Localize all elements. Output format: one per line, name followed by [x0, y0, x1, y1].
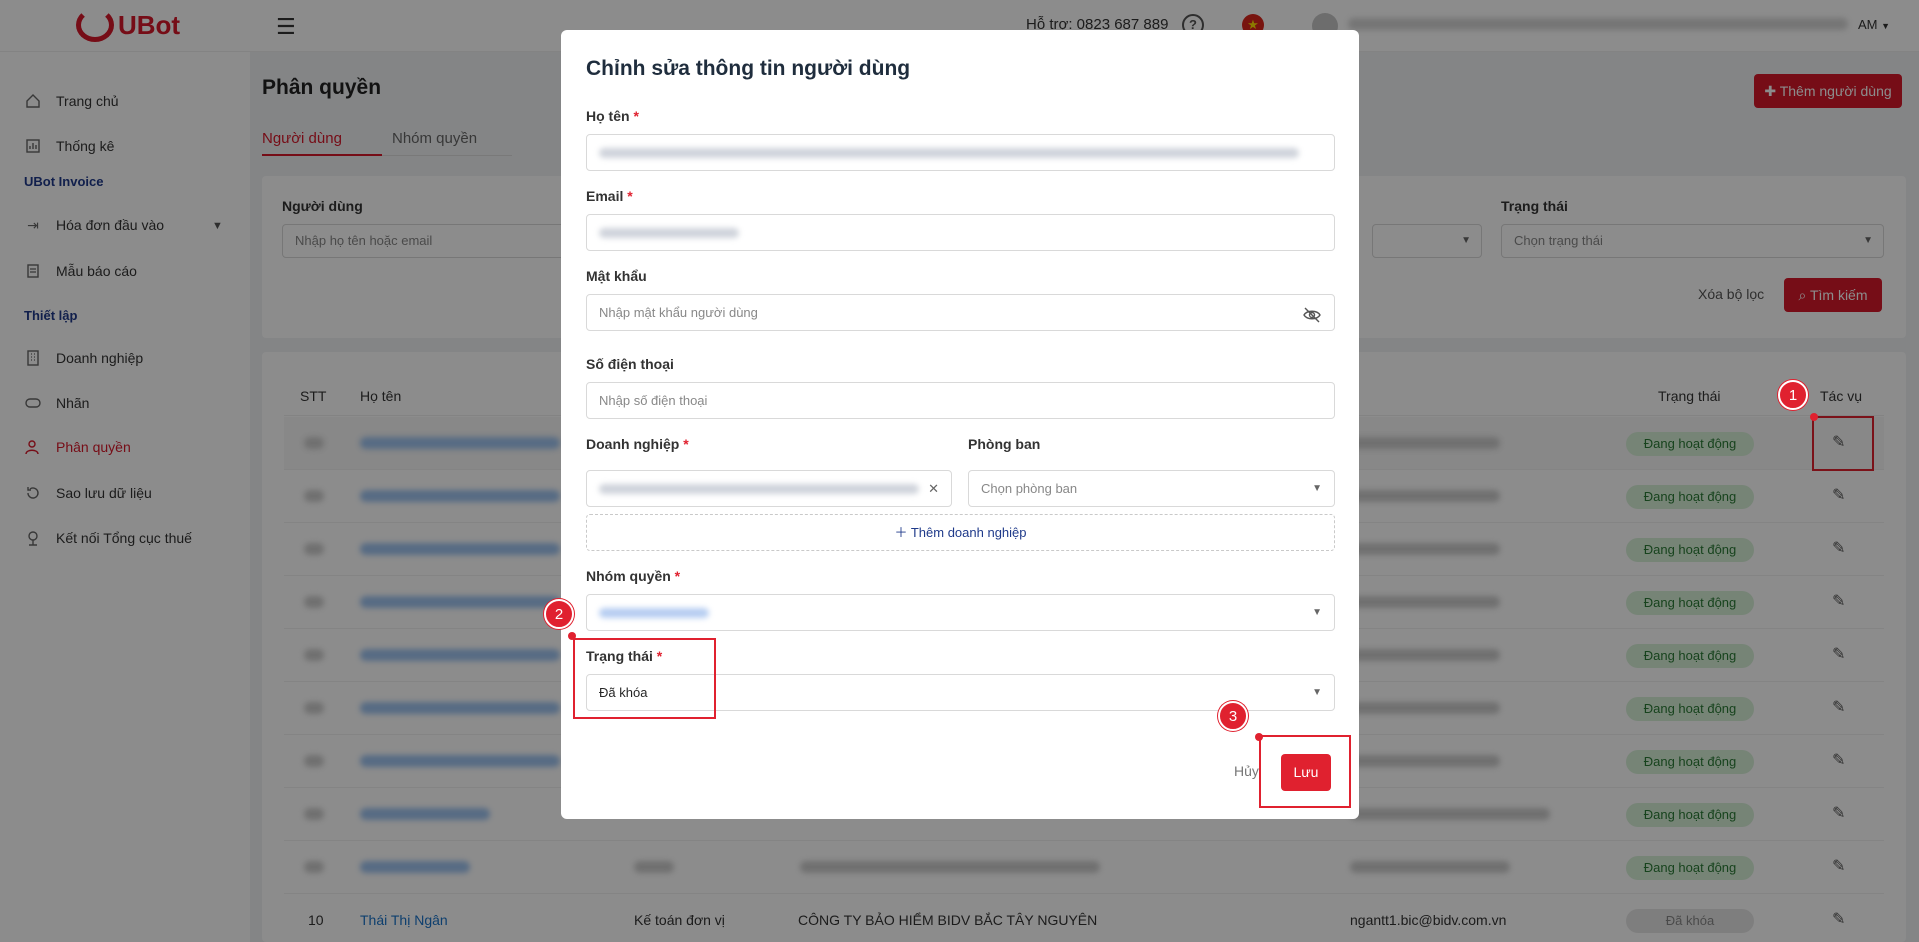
department-select[interactable]: Chọn phòng ban ▼: [968, 470, 1335, 507]
caret-down-icon: ▼: [1312, 687, 1322, 698]
email-field[interactable]: [586, 214, 1335, 251]
password-field[interactable]: Nhập mật khẩu người dùng: [586, 294, 1335, 331]
add-company-button[interactable]: ＋ Thêm doanh nghiệp: [586, 514, 1335, 551]
highlight-status-field: [573, 638, 716, 719]
required-mark: *: [627, 188, 633, 204]
name-value-blurred: [599, 148, 1299, 158]
password-placeholder: Nhập mật khẩu người dùng: [599, 305, 758, 320]
name-label-text: Họ tên: [586, 108, 630, 124]
required-mark: *: [683, 436, 689, 452]
step-marker-3: 3: [1218, 701, 1248, 731]
company-field-label: Doanh nghiệp *: [586, 436, 689, 452]
add-company-label: Thêm doanh nghiệp: [910, 525, 1027, 540]
role-group-select[interactable]: ▼: [586, 594, 1335, 631]
step-marker-2: 2: [544, 599, 574, 629]
company-select[interactable]: ✕: [586, 470, 952, 507]
caret-down-icon: ▼: [1312, 483, 1322, 494]
name-field-label: Họ tên *: [586, 108, 639, 124]
highlight-save-button: [1259, 735, 1351, 808]
company-label-text: Doanh nghiệp: [586, 436, 680, 452]
company-value-blurred: [599, 484, 919, 494]
eye-off-icon[interactable]: [1302, 303, 1322, 323]
required-mark: *: [674, 568, 681, 584]
name-field[interactable]: [586, 134, 1335, 171]
department-field-label: Phòng ban: [968, 436, 1041, 452]
marker-pointer: [1810, 413, 1818, 421]
clear-icon[interactable]: ✕: [928, 471, 939, 506]
department-placeholder: Chọn phòng ban: [981, 481, 1078, 496]
email-label-text: Email: [586, 188, 624, 204]
plus-icon: ＋: [894, 525, 911, 540]
marker-pointer: [1255, 733, 1263, 741]
modal-title: Chỉnh sửa thông tin người dùng: [586, 57, 911, 80]
caret-down-icon: ▼: [1312, 607, 1322, 618]
cancel-button[interactable]: Hủy: [1234, 763, 1259, 779]
phone-field-label: Số điện thoại: [586, 356, 674, 372]
email-field-label: Email *: [586, 188, 633, 204]
password-field-label: Mật khẩu: [586, 268, 647, 284]
role-group-field-label: Nhóm quyền *: [586, 568, 680, 584]
marker-pointer: [568, 632, 576, 640]
email-value-blurred: [599, 228, 739, 238]
required-mark: *: [633, 108, 639, 124]
step-marker-1: 1: [1778, 380, 1808, 410]
role-group-label-text: Nhóm quyền: [586, 568, 671, 584]
role-group-tag-blurred: [599, 608, 709, 618]
phone-field[interactable]: Nhập số điện thoại: [586, 382, 1335, 419]
